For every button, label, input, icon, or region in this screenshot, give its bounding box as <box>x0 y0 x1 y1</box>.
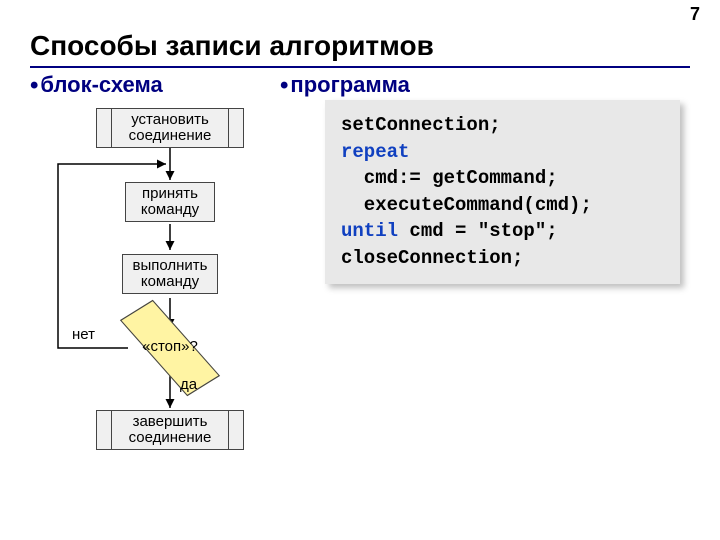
left-subtitle: •блок-схема <box>30 72 163 100</box>
node-decision: «стоп»? <box>128 330 212 366</box>
node-execute: выполнить команду <box>122 254 218 294</box>
page-number: 7 <box>690 4 700 25</box>
page-title: Способы записи алгоритмов <box>30 30 434 62</box>
node-connect: установить соединение <box>110 108 230 148</box>
code-line-3: cmd:= getCommand; <box>341 165 664 192</box>
code-line-2: repeat <box>341 139 664 166</box>
label-yes: да <box>180 376 197 393</box>
bullet-icon: • <box>30 72 38 99</box>
node-receive: принять команду <box>125 182 215 222</box>
flowchart: установить соединение принять команду вы… <box>40 100 270 520</box>
code-box: setConnection; repeat cmd:= getCommand; … <box>325 100 680 284</box>
code-line-4: executeCommand(cmd); <box>341 192 664 219</box>
right-subtitle: •программа <box>280 72 410 100</box>
title-underline <box>30 66 690 68</box>
bullet-icon: • <box>280 72 288 99</box>
node-close: завершить соединение <box>110 410 230 450</box>
code-line-5: until cmd = "stop"; <box>341 218 664 245</box>
code-line-6: closeConnection; <box>341 245 664 272</box>
code-line-1: setConnection; <box>341 112 664 139</box>
label-no: нет <box>72 326 95 343</box>
